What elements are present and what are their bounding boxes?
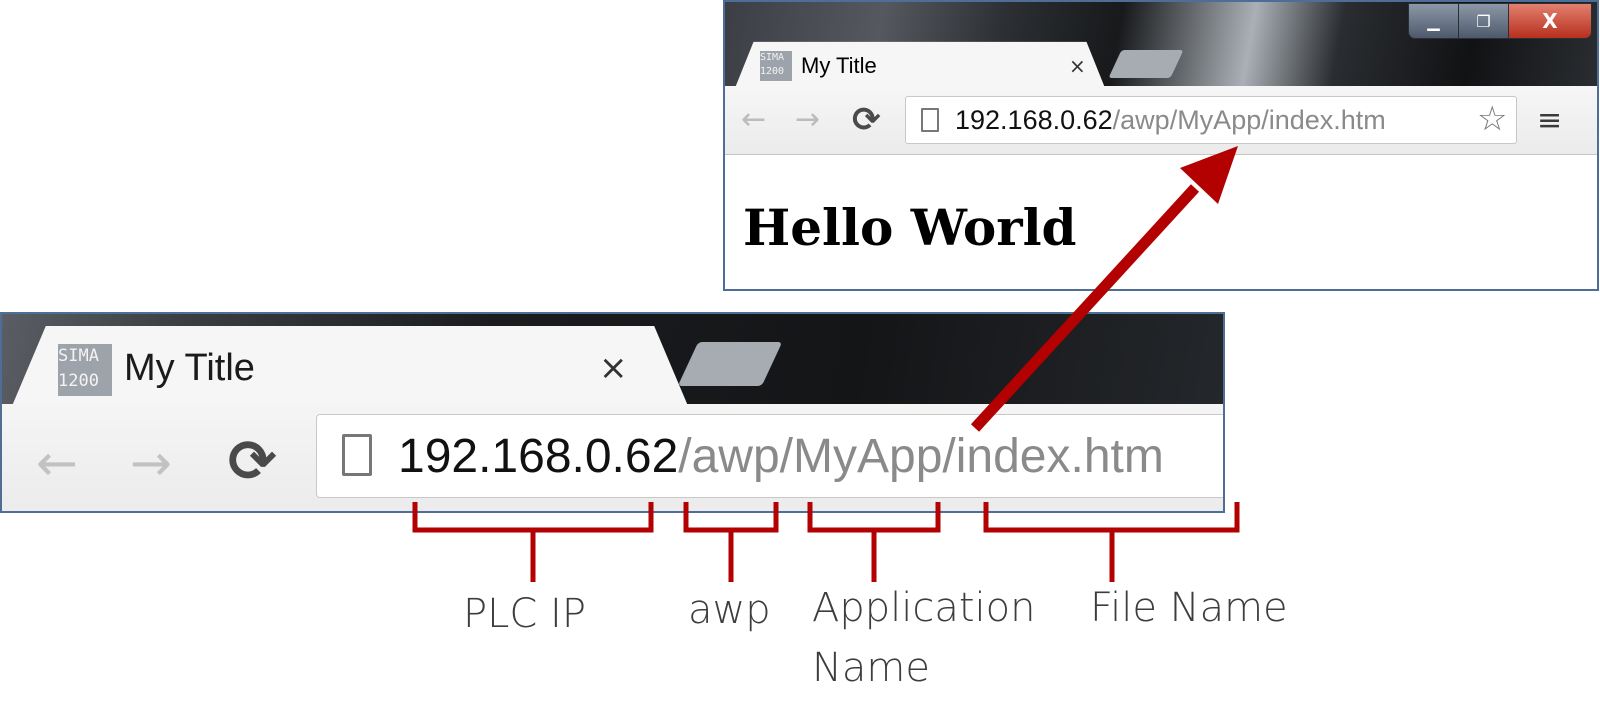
label-awp: awp (688, 587, 771, 633)
url-segment-file: /index.htm (942, 430, 1164, 483)
page-icon (342, 434, 372, 476)
reload-icon[interactable]: ⟳ (228, 426, 277, 496)
reload-icon[interactable]: ⟳ (852, 98, 881, 142)
label-application-name-line1: Application (812, 585, 1036, 631)
address-url[interactable]: 192.168.0.62/awp/MyApp/index.htm (955, 98, 1386, 142)
bracket-plc-ip (412, 502, 654, 582)
url-host: 192.168.0.62 (398, 430, 679, 483)
small-browser-window: ▁ ❐ X SIMA 1200 My Title × ← → ⟳ 192.168… (723, 0, 1599, 291)
favicon-icon: SIMA 1200 (58, 344, 112, 396)
tab-close-icon[interactable]: × (599, 338, 628, 398)
back-icon[interactable]: ← (741, 98, 766, 142)
new-tab-button[interactable] (1108, 50, 1184, 78)
page-heading: Hello World (743, 198, 1077, 257)
bracket-application-name (807, 502, 941, 582)
url-path: /awp/MyApp/index.htm (1112, 105, 1386, 135)
zoomed-browser-window: SIMA 1200 My Title × ← → ⟳ 192.168.0.62/… (0, 312, 1225, 513)
url-host: 192.168.0.62 (955, 105, 1113, 135)
window-controls: ▁ ❐ X (1409, 4, 1591, 38)
forward-icon[interactable]: → (795, 98, 820, 142)
address-url[interactable]: 192.168.0.62/awp/MyApp/index.htm (398, 422, 1164, 492)
url-segment-app: /MyApp (779, 430, 943, 483)
label-file-name: File Name (1090, 585, 1288, 631)
tab-title: My Title (124, 347, 255, 389)
bracket-file-name (983, 502, 1240, 582)
maximize-button[interactable]: ❐ (1459, 4, 1509, 38)
label-plc-ip: PLC IP (463, 591, 586, 637)
menu-icon[interactable]: ≡ (1537, 99, 1562, 143)
favicon-icon: SIMA 1200 (760, 51, 792, 81)
bracket-awp (683, 502, 779, 582)
label-application-name-line2: Name (812, 645, 931, 691)
back-icon[interactable]: ← (36, 428, 78, 498)
url-segment-awp: /awp (678, 430, 780, 483)
minimize-button[interactable]: ▁ (1409, 4, 1459, 38)
page-icon (921, 108, 939, 132)
tab-close-icon[interactable]: × (1069, 48, 1086, 84)
close-window-button[interactable]: X (1509, 4, 1591, 38)
tab-active[interactable] (12, 326, 688, 406)
tab-title: My Title (801, 53, 877, 78)
forward-icon[interactable]: → (130, 428, 172, 498)
bookmark-star-icon[interactable]: ☆ (1477, 97, 1507, 141)
